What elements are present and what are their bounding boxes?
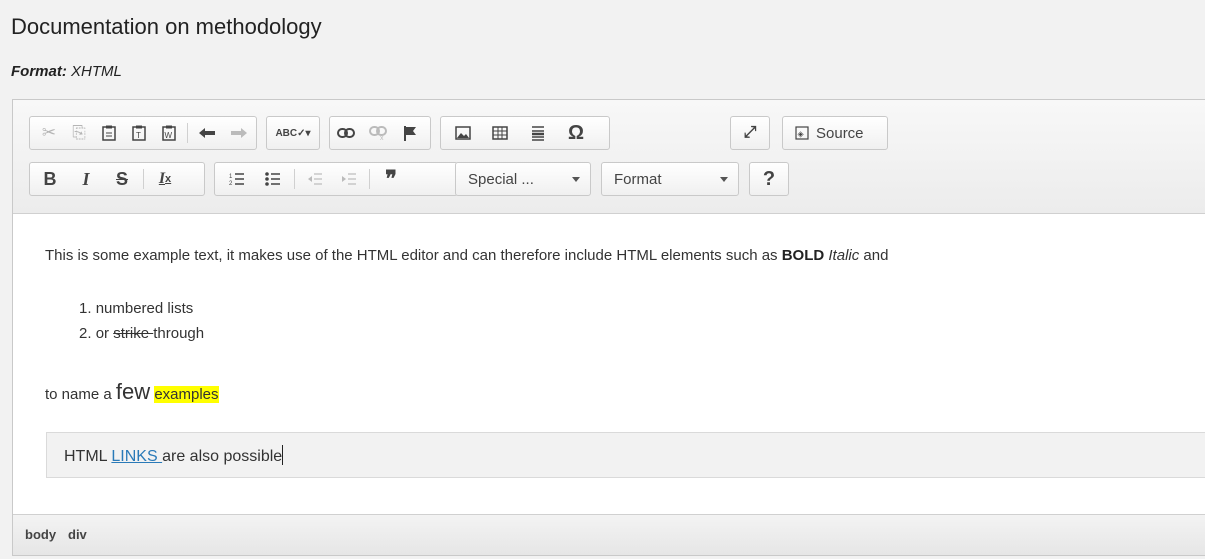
italic-icon[interactable]: I [68, 163, 104, 195]
insert-group: Ω [440, 116, 610, 150]
copy-icon[interactable]: ⎘ [64, 117, 94, 149]
list-item: 2. or strike through [79, 325, 205, 342]
list-item: 1. numbered lists [79, 300, 194, 317]
paragraph-intro: This is some example text, it makes use … [45, 247, 888, 264]
link-icon[interactable] [330, 117, 362, 149]
basic-styles-group: B I S Ix [29, 162, 205, 196]
format-line: Format: XHTML [11, 63, 122, 80]
unlink-icon[interactable]: x [362, 117, 394, 149]
format-value: XHTML [71, 63, 122, 80]
help-button[interactable]: ? [750, 163, 788, 195]
maximize-group: ⤢ [730, 116, 770, 150]
crumb-body[interactable]: body [25, 527, 56, 542]
remove-format-icon[interactable]: Ix [147, 163, 183, 195]
special-dropdown[interactable]: Special ... [455, 162, 591, 196]
large-text: few [115, 379, 151, 404]
bulleted-list-icon[interactable] [255, 163, 291, 195]
undo-icon[interactable] [191, 117, 223, 149]
note-text: HTML [64, 448, 112, 465]
editor-toolbar: ✂ ⎘ T W ABC✓▾ x Ω ⤢ ◈ Source B I S I x 1… [13, 100, 1205, 214]
list-group: 12 ❞ [214, 162, 458, 196]
clipboard-group: ✂ ⎘ T W [29, 116, 257, 150]
indent-icon[interactable] [332, 163, 366, 195]
outdent-icon[interactable] [298, 163, 332, 195]
svg-text:1: 1 [229, 174, 233, 180]
bold-text: BOLD [781, 247, 825, 264]
strike-icon[interactable]: S [104, 163, 140, 195]
svg-text:x: x [380, 135, 384, 140]
format-dropdown[interactable]: Format [601, 162, 739, 196]
highlighted-text: examples [154, 386, 219, 403]
list-item-text: numbered lists [95, 300, 194, 317]
paste-word-icon[interactable]: W [154, 117, 184, 149]
paste-text-icon[interactable]: T [124, 117, 154, 149]
italic-text: Italic [828, 247, 860, 264]
chevron-down-icon [572, 177, 580, 182]
special-dropdown-label: Special ... [468, 170, 534, 188]
table-icon[interactable] [481, 117, 519, 149]
intro-end-text: and [859, 247, 889, 264]
list-item-text: through [153, 325, 205, 342]
intro-text: This is some example text, it makes use … [45, 247, 782, 264]
editor-content[interactable]: This is some example text, it makes use … [13, 214, 1205, 512]
numbered-list-icon[interactable]: 12 [219, 163, 255, 195]
svg-text:◈: ◈ [798, 130, 805, 139]
link-group: x [329, 116, 431, 150]
chevron-down-icon [720, 177, 728, 182]
image-icon[interactable] [445, 117, 481, 149]
svg-text:T: T [136, 131, 141, 140]
page-title: Documentation on methodology [11, 14, 322, 39]
crumb-div[interactable]: div [68, 527, 87, 542]
special-char-icon[interactable]: Ω [557, 117, 595, 149]
numbered-list: 1. numbered lists 2. or strike through [79, 296, 204, 346]
paragraph-examples: to name a few examples [45, 379, 219, 405]
redo-icon[interactable] [223, 117, 255, 149]
blockquote-icon[interactable]: ❞ [373, 163, 409, 195]
paste-icon[interactable] [94, 117, 124, 149]
source-icon: ◈ [795, 126, 809, 140]
source-button[interactable]: ◈ Source [782, 116, 888, 150]
note-end-text: are also possible [162, 448, 283, 465]
bold-icon[interactable]: B [32, 163, 68, 195]
source-label: Source [816, 124, 864, 142]
div-block: HTML LINKS are also possible [46, 432, 1205, 478]
examples-text: to name a [45, 386, 116, 403]
element-path-bar: body div [13, 514, 1205, 555]
svg-text:W: W [165, 131, 173, 140]
strike-text: strike [113, 325, 154, 342]
anchor-icon[interactable] [394, 117, 426, 149]
format-label: Format: [11, 63, 67, 80]
html-editor: ✂ ⎘ T W ABC✓▾ x Ω ⤢ ◈ Source B I S I x 1… [12, 99, 1205, 556]
cut-icon[interactable]: ✂ [34, 117, 64, 149]
text-cursor [282, 445, 284, 465]
horizontal-line-icon[interactable] [519, 117, 557, 149]
format-dropdown-label: Format [614, 170, 662, 188]
help-group: ? [749, 162, 789, 196]
maximize-icon[interactable]: ⤢ [731, 117, 769, 149]
spellcheck-group: ABC✓▾ [266, 116, 320, 150]
svg-text:2: 2 [229, 181, 233, 186]
spellcheck-icon[interactable]: ABC✓▾ [267, 117, 319, 149]
links-link[interactable]: LINKS [111, 448, 162, 465]
list-item-text: or [95, 325, 114, 342]
div-block-text: HTML LINKS are also possible [64, 445, 284, 466]
